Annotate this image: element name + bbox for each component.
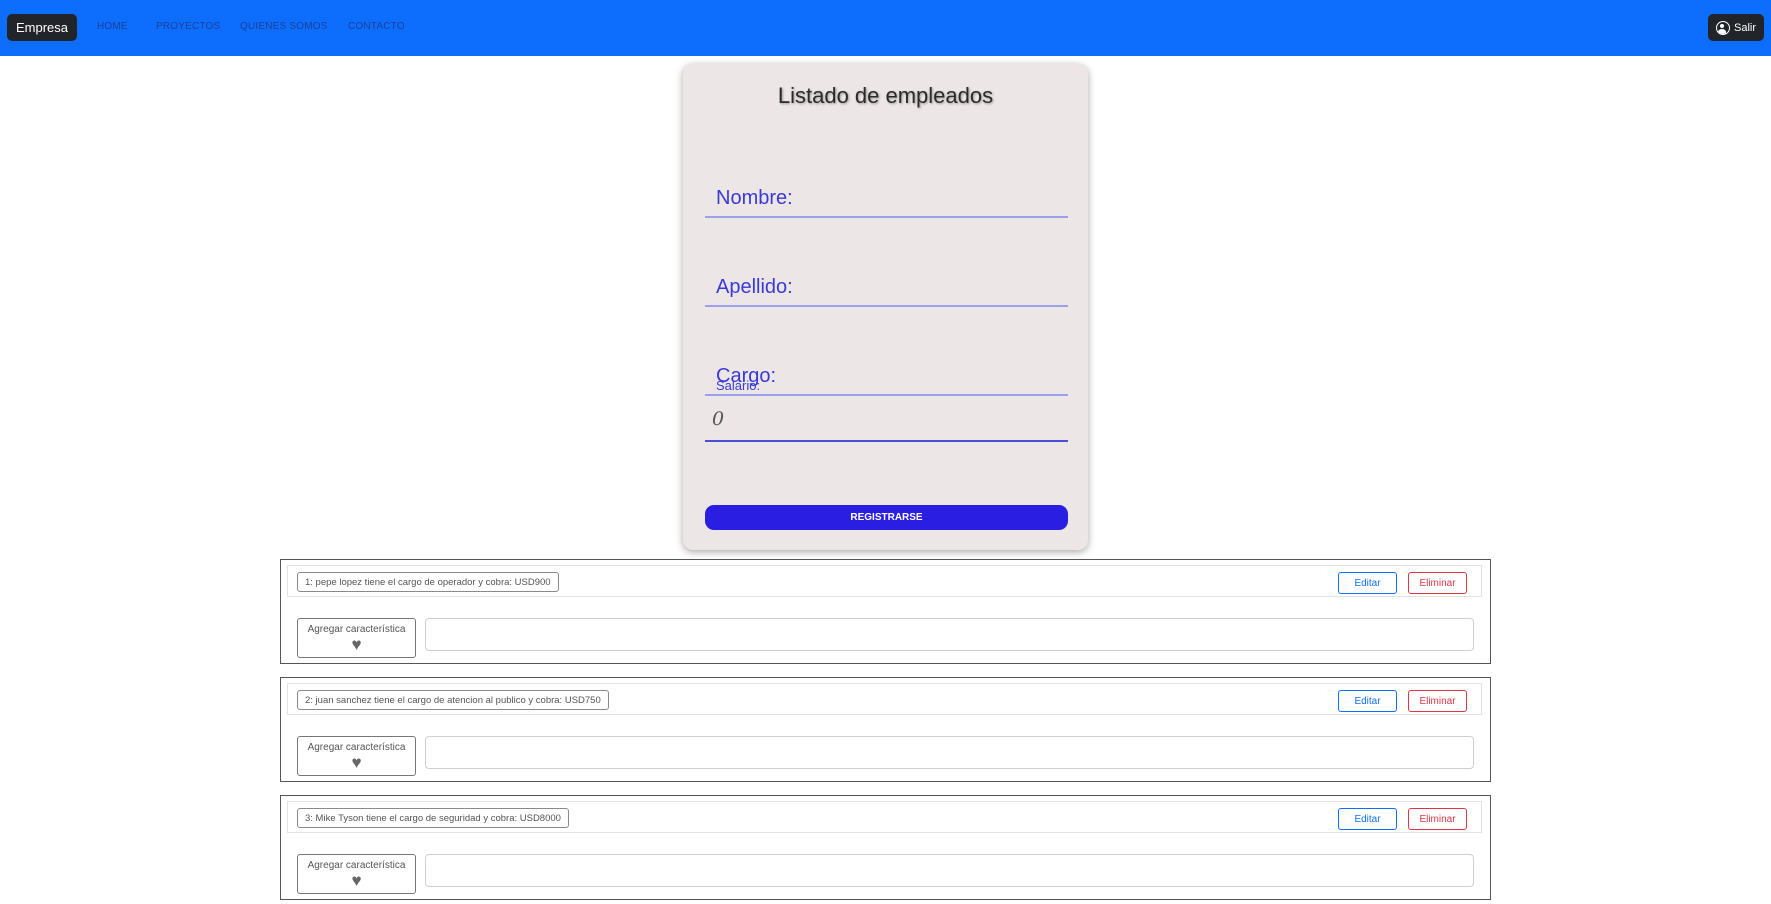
- add-feature-button[interactable]: Agregar característica ♥: [297, 618, 416, 658]
- employee-form-card: Listado de empleados Nombre: Apellido: C…: [683, 64, 1088, 550]
- nav-link-proyectos[interactable]: PROYECTOS: [156, 21, 220, 32]
- feature-input[interactable]: [425, 854, 1474, 887]
- add-feature-label: Agregar característica: [307, 624, 406, 635]
- navbar: Empresa HOME PROYECTOS QUIENES SOMOS CON…: [0, 0, 1771, 56]
- logout-button[interactable]: Salir: [1707, 14, 1764, 41]
- user-circle-icon: [1715, 20, 1730, 35]
- salario-value: 0: [712, 408, 725, 430]
- nav-link-quienes-somos[interactable]: QUIENES SOMOS: [240, 21, 328, 32]
- employee-item: 3: Mike Tyson tiene el cargo de segurida…: [280, 795, 1491, 900]
- apellido-label: Apellido:: [716, 276, 793, 298]
- salario-label: Salario:: [716, 378, 761, 393]
- apellido-field[interactable]: Apellido:: [705, 267, 1068, 307]
- heart-icon: ♥: [351, 753, 362, 772]
- add-feature-label: Agregar característica: [307, 742, 406, 753]
- employee-description: 1: pepe lopez tiene el cargo de operador…: [297, 572, 559, 592]
- delete-button[interactable]: Eliminar: [1408, 572, 1467, 594]
- employee-header: 2: juan sanchez tiene el cargo de atenci…: [287, 683, 1482, 715]
- feature-input[interactable]: [425, 618, 1474, 651]
- nombre-label: Nombre:: [716, 187, 793, 209]
- register-button[interactable]: REGISTRARSE: [705, 505, 1068, 530]
- nav-link-home[interactable]: HOME: [97, 21, 128, 32]
- employee-item: 1: pepe lopez tiene el cargo de operador…: [280, 559, 1491, 664]
- form-title: Listado de empleados: [777, 83, 994, 108]
- employee-item: 2: juan sanchez tiene el cargo de atenci…: [280, 677, 1491, 782]
- add-feature-button[interactable]: Agregar característica ♥: [297, 736, 416, 776]
- edit-button[interactable]: Editar: [1338, 690, 1397, 712]
- heart-icon: ♥: [351, 871, 362, 890]
- nav-link-contacto[interactable]: CONTACTO: [348, 21, 405, 32]
- feature-input[interactable]: [425, 736, 1474, 769]
- employee-description: 3: Mike Tyson tiene el cargo de segurida…: [297, 808, 569, 828]
- salario-field[interactable]: 0: [705, 398, 1068, 442]
- brand-logo[interactable]: Empresa: [7, 14, 78, 41]
- add-feature-label: Agregar característica: [307, 860, 406, 871]
- heart-icon: ♥: [351, 635, 362, 654]
- delete-button[interactable]: Eliminar: [1408, 808, 1467, 830]
- add-feature-button[interactable]: Agregar característica ♥: [297, 854, 416, 894]
- nombre-field[interactable]: Nombre:: [705, 178, 1068, 218]
- logout-label: Salir: [1733, 21, 1756, 34]
- delete-button[interactable]: Eliminar: [1408, 690, 1467, 712]
- employee-description: 2: juan sanchez tiene el cargo de atenci…: [297, 690, 609, 710]
- edit-button[interactable]: Editar: [1338, 572, 1397, 594]
- employee-header: 3: Mike Tyson tiene el cargo de segurida…: [287, 801, 1482, 833]
- edit-button[interactable]: Editar: [1338, 808, 1397, 830]
- employee-header: 1: pepe lopez tiene el cargo de operador…: [287, 565, 1482, 597]
